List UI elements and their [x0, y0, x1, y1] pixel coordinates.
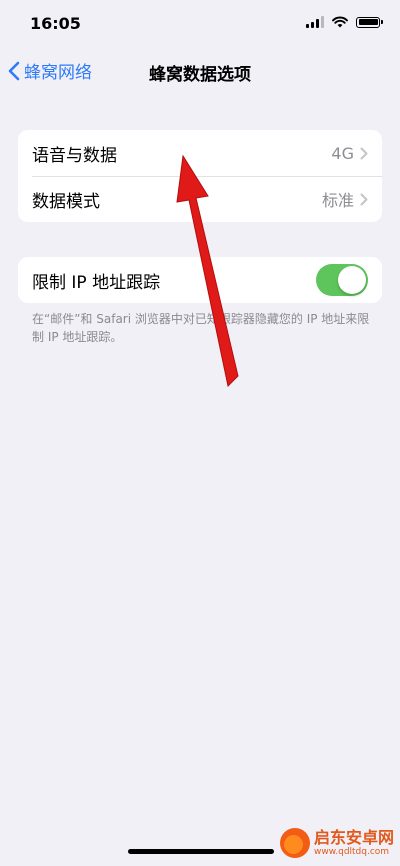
watermark-name: 启东安卓网 — [313, 827, 394, 847]
battery-icon — [356, 16, 383, 28]
voice-data-value: 4G — [331, 143, 354, 163]
ip-tracking-group: 限制 IP 地址跟踪 — [18, 257, 382, 303]
status-bar: 16:05 — [0, 0, 400, 48]
voice-data-row[interactable]: 语音与数据 4G — [18, 130, 382, 176]
toggle-knob — [338, 266, 366, 294]
status-time: 16:05 — [30, 14, 81, 33]
status-icons — [306, 16, 383, 28]
voice-data-label: 语音与数据 — [32, 145, 117, 166]
navigation-bar: 蜂窝网络 蜂窝数据选项 — [0, 52, 400, 92]
data-mode-label: 数据模式 — [32, 191, 100, 212]
signal-icon — [306, 16, 324, 28]
chevron-right-icon — [360, 147, 368, 159]
cellular-options-group: 语音与数据 4G 数据模式 标准 — [18, 130, 382, 222]
data-mode-value: 标准 — [321, 191, 354, 210]
watermark-url: www.qdltdq.com — [313, 846, 390, 857]
page-title: 蜂窝数据选项 — [149, 65, 251, 85]
chevron-right-icon — [360, 193, 368, 205]
limit-ip-tracking-row: 限制 IP 地址跟踪 — [18, 257, 382, 303]
screen: 16:05 蜂窝网络 蜂窝数据选项 语音与数据 4G 数据模式 标准 限制 IP… — [0, 0, 400, 866]
limit-ip-tracking-toggle[interactable] — [316, 264, 368, 296]
home-indicator — [128, 849, 274, 854]
limit-ip-tracking-label: 限制 IP 地址跟踪 — [32, 272, 161, 293]
watermark-text: 启东安卓网 www.qdltdq.com — [313, 827, 394, 857]
watermark: 启东安卓网 www.qdltdq.com — [279, 827, 394, 858]
data-mode-row[interactable]: 数据模式 标准 — [18, 176, 382, 222]
ip-tracking-footnote: 在“邮件”和 Safari 浏览器中对已知跟踪器隐藏您的 IP 地址来限制 IP… — [32, 312, 370, 344]
wifi-icon — [332, 16, 348, 28]
watermark-logo-icon — [279, 828, 310, 858]
